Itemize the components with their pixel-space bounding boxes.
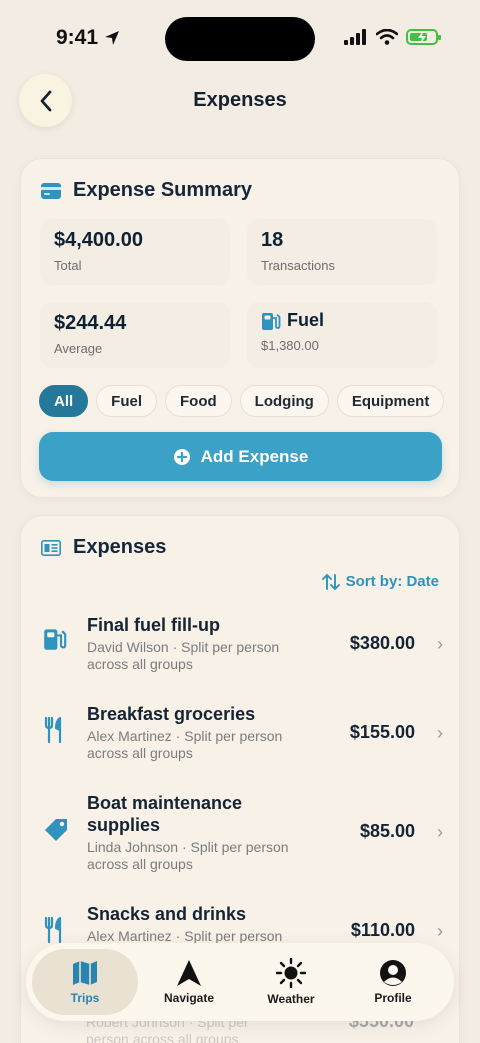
plus-circle-icon [173, 448, 190, 465]
filter-chip-equipment[interactable]: Equipment [336, 385, 445, 417]
tag-icon [45, 819, 67, 841]
filter-chip-food[interactable]: Food [165, 385, 232, 417]
top-category-name: Fuel [287, 310, 325, 330]
average-value: $244.44 [54, 312, 127, 334]
average-stat: $244.44 Average [40, 302, 230, 368]
location-arrow-icon [105, 31, 120, 45]
wifi-icon [376, 29, 398, 45]
total-stat: $4,400.00 Total [40, 219, 230, 285]
chevron-right-icon: › [437, 634, 443, 654]
category-filters: All Fuel Food Lodging Equipment [39, 385, 445, 417]
expense-subtitle-cont: across all groups [87, 856, 193, 872]
filter-chip-fuel[interactable]: Fuel [96, 385, 158, 417]
total-value: $4,400.00 [54, 229, 143, 251]
expense-amount: $155.00 [349, 722, 415, 742]
chevron-right-icon: › [437, 822, 443, 842]
tab-trips[interactable]: Trips [32, 949, 138, 1015]
fork-knife-icon [44, 917, 62, 943]
tab-label: Profile [374, 991, 412, 1005]
expense-summary-card: Expense Summary $4,400.00 Total 18 Trans… [20, 158, 460, 498]
top-category-value: $1,380.00 [261, 338, 319, 353]
expense-subtitle-cont: across all groups [87, 745, 193, 761]
summary-title: Expense Summary [73, 179, 252, 201]
expense-title-cont: supplies [87, 815, 161, 835]
total-label: Total [54, 258, 82, 273]
tab-label: Navigate [163, 991, 215, 1005]
expense-subtitle: Linda Johnson · Split per person [87, 839, 289, 855]
chevron-right-icon: › [437, 921, 443, 941]
average-label: Average [54, 341, 103, 356]
expenses-title: Expenses [73, 536, 167, 558]
expense-row[interactable]: Final fuel fill-up David Wilson · Split … [21, 611, 461, 681]
fork-knife-icon [44, 717, 62, 743]
battery-icon [406, 29, 441, 45]
status-icons [344, 29, 441, 45]
sort-label: Sort by: Date [345, 573, 439, 590]
expense-row[interactable]: Boat maintenance supplies Linda Johnson … [21, 789, 461, 883]
profile-icon [380, 960, 406, 986]
status-bar: 9:41 [0, 0, 480, 74]
expense-amount: $85.00 [359, 821, 415, 841]
status-time-text: 9:41 [56, 26, 99, 49]
expense-title: Snacks and drinks [87, 904, 247, 924]
tab-navigate[interactable]: Navigate [136, 949, 242, 1015]
add-expense-button[interactable]: Add Expense [39, 432, 442, 481]
sort-button[interactable]: Sort by: Date [321, 573, 439, 590]
tab-label: Weather [267, 992, 315, 1006]
fuel-pump-icon [44, 629, 67, 650]
map-icon [73, 961, 97, 985]
expense-subtitle: Alex Martinez · Split per person [87, 728, 283, 744]
transactions-value: 18 [261, 229, 284, 251]
expense-row[interactable]: Breakfast groceries Alex Martinez · Spli… [21, 700, 461, 770]
expense-amount: $550.00 [348, 1021, 414, 1031]
expense-amount: $380.00 [349, 633, 415, 653]
tab-profile[interactable]: Profile [340, 949, 446, 1015]
transactions-label: Transactions [261, 258, 335, 273]
expense-title: Breakfast groceries [87, 704, 256, 724]
page-title: Expenses [193, 89, 287, 111]
expenses-header: Expenses [41, 536, 166, 559]
charging-bolt-icon [418, 31, 426, 43]
status-time: 9:41 [56, 26, 120, 50]
top-category-head: Fuel [261, 310, 324, 331]
expense-amount: $110.00 [350, 920, 415, 940]
navigation-arrow-icon [177, 960, 201, 986]
expense-title: Boat maintenance [87, 793, 243, 813]
fuel-pump-icon [262, 312, 281, 330]
sort-arrows-icon [321, 573, 340, 590]
expense-title: Final fuel fill-up [87, 615, 220, 635]
add-expense-label: Add Expense [200, 446, 309, 466]
expense-subtitle: David Wilson · Split per person [87, 639, 280, 655]
cellular-signal-icon [344, 29, 366, 45]
tab-bar: Trips Navigate Weather Profile [26, 943, 454, 1021]
expense-row-partial: Robert Johnson · Split per person across… [20, 1021, 460, 1043]
expense-subtitle-cont: across all groups [87, 656, 193, 672]
transactions-stat: 18 Transactions [247, 219, 437, 285]
top-category-stat: Fuel $1,380.00 [247, 302, 437, 368]
chevron-right-icon: › [437, 723, 443, 743]
dynamic-island [165, 17, 315, 61]
tab-label: Trips [70, 991, 100, 1005]
expense-subtitle-cont: person across all groups [86, 1031, 239, 1043]
sun-icon [276, 958, 306, 988]
tab-weather[interactable]: Weather [238, 949, 344, 1015]
filter-chip-lodging[interactable]: Lodging [239, 385, 329, 417]
credit-card-icon [41, 182, 61, 199]
receipt-icon [41, 539, 61, 556]
expense-subtitle: Robert Johnson · Split per [86, 1021, 249, 1030]
summary-header: Expense Summary [41, 179, 252, 202]
filter-chip-all[interactable]: All [39, 385, 89, 417]
